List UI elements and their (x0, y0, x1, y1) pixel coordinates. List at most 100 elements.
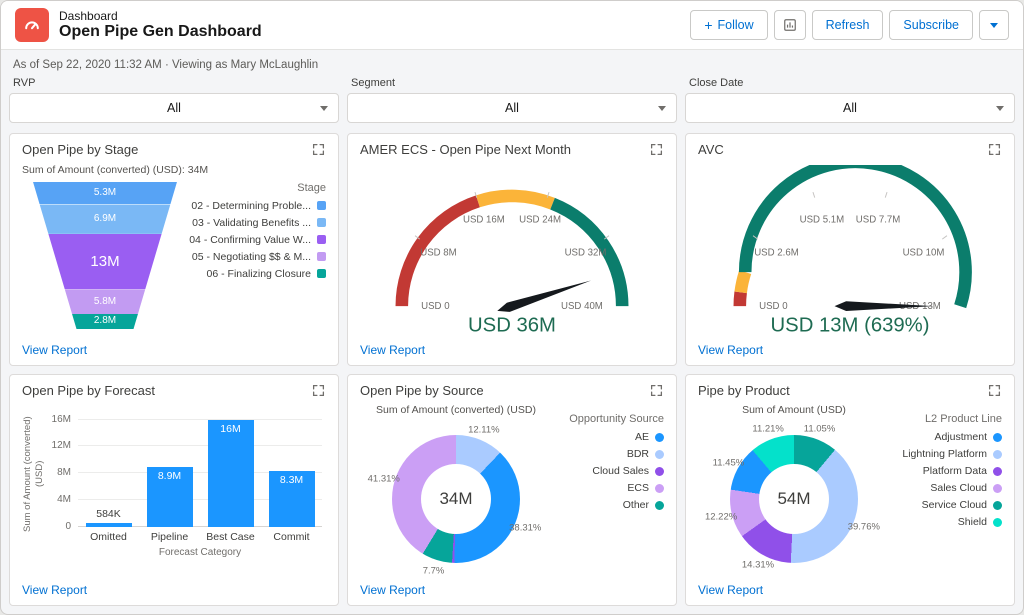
legend-item[interactable]: Adjustment (934, 431, 1002, 443)
refresh-button[interactable]: Refresh (812, 10, 884, 40)
legend-color-chip (317, 252, 326, 261)
funnel-segment[interactable]: 5.8M (30, 289, 180, 314)
subscribe-button[interactable]: Subscribe (889, 10, 973, 40)
dashboard-icon (15, 8, 49, 42)
bar-pipeline[interactable]: 8.9M (147, 467, 193, 527)
widget-title: Open Pipe by Source (360, 383, 484, 400)
legend-item[interactable]: 02 - Determining Proble... (191, 200, 326, 212)
chart-subtitle: Sum of Amount (USD) (698, 404, 890, 416)
legend-item[interactable]: AE (635, 431, 664, 443)
rvp-filter-select[interactable]: All (9, 93, 339, 123)
gauge-chart[interactable]: USD 0USD 8MUSD 16MUSD 24MUSD 32MUSD 40MU… (360, 161, 664, 343)
widget-open-pipe-by-source: Open Pipe by Source Sum of Amount (conve… (347, 374, 677, 607)
gauge-band (741, 272, 746, 292)
legend-item[interactable]: 04 - Confirming Value W... (189, 234, 326, 246)
legend-item[interactable]: Other (623, 499, 664, 511)
funnel-segment[interactable]: 2.8M (30, 314, 180, 329)
chart-icon-button[interactable] (774, 10, 806, 40)
dashboard-header: Dashboard Open Pipe Gen Dashboard + Foll… (1, 1, 1023, 50)
object-type-label: Dashboard (59, 9, 262, 23)
view-report-link[interactable]: View Report (698, 583, 1002, 597)
segment-filter-select[interactable]: All (347, 93, 677, 123)
more-actions-button[interactable] (979, 10, 1009, 40)
gauge-tick-label: USD 2.6M (754, 247, 799, 258)
legend-item[interactable]: Service Cloud (922, 499, 1002, 511)
expand-icon[interactable] (312, 143, 326, 157)
x-category-label: Pipeline (139, 531, 200, 543)
bar-best-case[interactable]: 16M (208, 420, 254, 528)
legend-item[interactable]: 03 - Validating Benefits ... (192, 217, 326, 229)
filter-label: Segment (351, 77, 677, 89)
legend-item[interactable]: 06 - Finalizing Closure (207, 268, 326, 280)
filter-close-date: Close Date All (685, 77, 1015, 123)
legend-item-label: Other (623, 499, 649, 511)
expand-icon[interactable] (988, 384, 1002, 398)
funnel-segment[interactable]: 5.3M (30, 182, 180, 205)
filter-label: Close Date (689, 77, 1015, 89)
legend-color-chip (317, 235, 326, 244)
expand-icon[interactable] (650, 143, 664, 157)
legend-item-label: Service Cloud (922, 499, 987, 511)
funnel-chart-area: 5.3M6.9M13M5.8M2.8M Stage02 - Determinin… (22, 180, 326, 343)
legend-item-label: 05 - Negotiating $$ & M... (192, 251, 311, 263)
legend-color-chip (993, 433, 1002, 442)
expand-icon[interactable] (650, 384, 664, 398)
gauge-band (740, 292, 741, 306)
legend-item[interactable]: ECS (627, 482, 664, 494)
chevron-down-icon (658, 106, 666, 111)
legend-item[interactable]: Shield (958, 516, 1002, 528)
donut-total-label: 34M (439, 489, 472, 509)
filter-value: All (167, 101, 181, 115)
chevron-down-icon (996, 106, 1004, 111)
legend-item[interactable]: Sales Cloud (930, 482, 1002, 494)
filter-bar: RVP All Segment All Close Date All (1, 77, 1023, 133)
legend-item-label: 04 - Confirming Value W... (189, 234, 311, 246)
bar-plot-area: 584K 8.9M 16M 8.3M (78, 409, 326, 527)
filter-value: All (505, 101, 519, 115)
widget-title: AMER ECS - Open Pipe Next Month (360, 142, 571, 159)
legend-item-label: Platform Data (923, 465, 987, 477)
legend-item[interactable]: Cloud Sales (592, 465, 664, 477)
bar-omitted[interactable]: 584K (86, 523, 132, 527)
slice-percent-label: 11.21% (752, 423, 784, 434)
expand-icon[interactable] (312, 384, 326, 398)
chevron-down-icon (320, 106, 328, 111)
plus-icon: + (704, 18, 712, 32)
legend-item[interactable]: Platform Data (923, 465, 1002, 477)
view-report-link[interactable]: View Report (22, 583, 326, 597)
legend-item[interactable]: BDR (627, 448, 664, 460)
funnel-segment-label: 6.9M (94, 214, 116, 224)
donut-ring[interactable]: 34M (392, 435, 520, 563)
view-report-link[interactable]: View Report (698, 343, 1002, 357)
gauge-tick-mark (885, 192, 887, 198)
gauge-band (745, 165, 965, 306)
legend-item-label: BDR (627, 448, 649, 460)
view-report-link[interactable]: View Report (360, 343, 664, 357)
slice-percent-label: 12.11% (468, 424, 500, 435)
legend-item[interactable]: 05 - Negotiating $$ & M... (192, 251, 326, 263)
as-of-text: As of Sep 22, 2020 11:32 AM · Viewing as… (1, 50, 1023, 77)
bar-chart: Sum of Amount (converted) (USD) 04M8M12M… (22, 401, 326, 583)
legend-item-label: Sales Cloud (930, 482, 987, 494)
legend-title: Opportunity Source (569, 413, 664, 425)
donut-ring[interactable]: 54M (730, 435, 858, 563)
legend-color-chip (655, 484, 664, 493)
funnel-segment[interactable]: 6.9M (30, 204, 180, 233)
funnel-segment[interactable]: 13M (30, 234, 180, 289)
y-axis-ticks: 04M8M12M16M (48, 409, 78, 527)
gauge-tick-label: USD 0 (759, 301, 787, 312)
x-axis-title: Forecast Category (78, 547, 326, 558)
expand-icon[interactable] (988, 143, 1002, 157)
gauge-tick-mark (942, 235, 947, 238)
follow-button[interactable]: + Follow (690, 10, 767, 40)
legend-color-chip (993, 484, 1002, 493)
view-report-link[interactable]: View Report (360, 583, 664, 597)
widget-title: AVC (698, 142, 724, 159)
legend-item[interactable]: Lightning Platform (902, 448, 1002, 460)
legend-item-label: 06 - Finalizing Closure (207, 268, 311, 280)
legend-item-label: Shield (958, 516, 987, 528)
bar-commit[interactable]: 8.3M (269, 471, 315, 527)
view-report-link[interactable]: View Report (22, 343, 326, 357)
gauge-chart[interactable]: USD 0USD 2.6MUSD 5.1MUSD 7.7MUSD 10MUSD … (698, 161, 1002, 343)
close-date-filter-select[interactable]: All (685, 93, 1015, 123)
